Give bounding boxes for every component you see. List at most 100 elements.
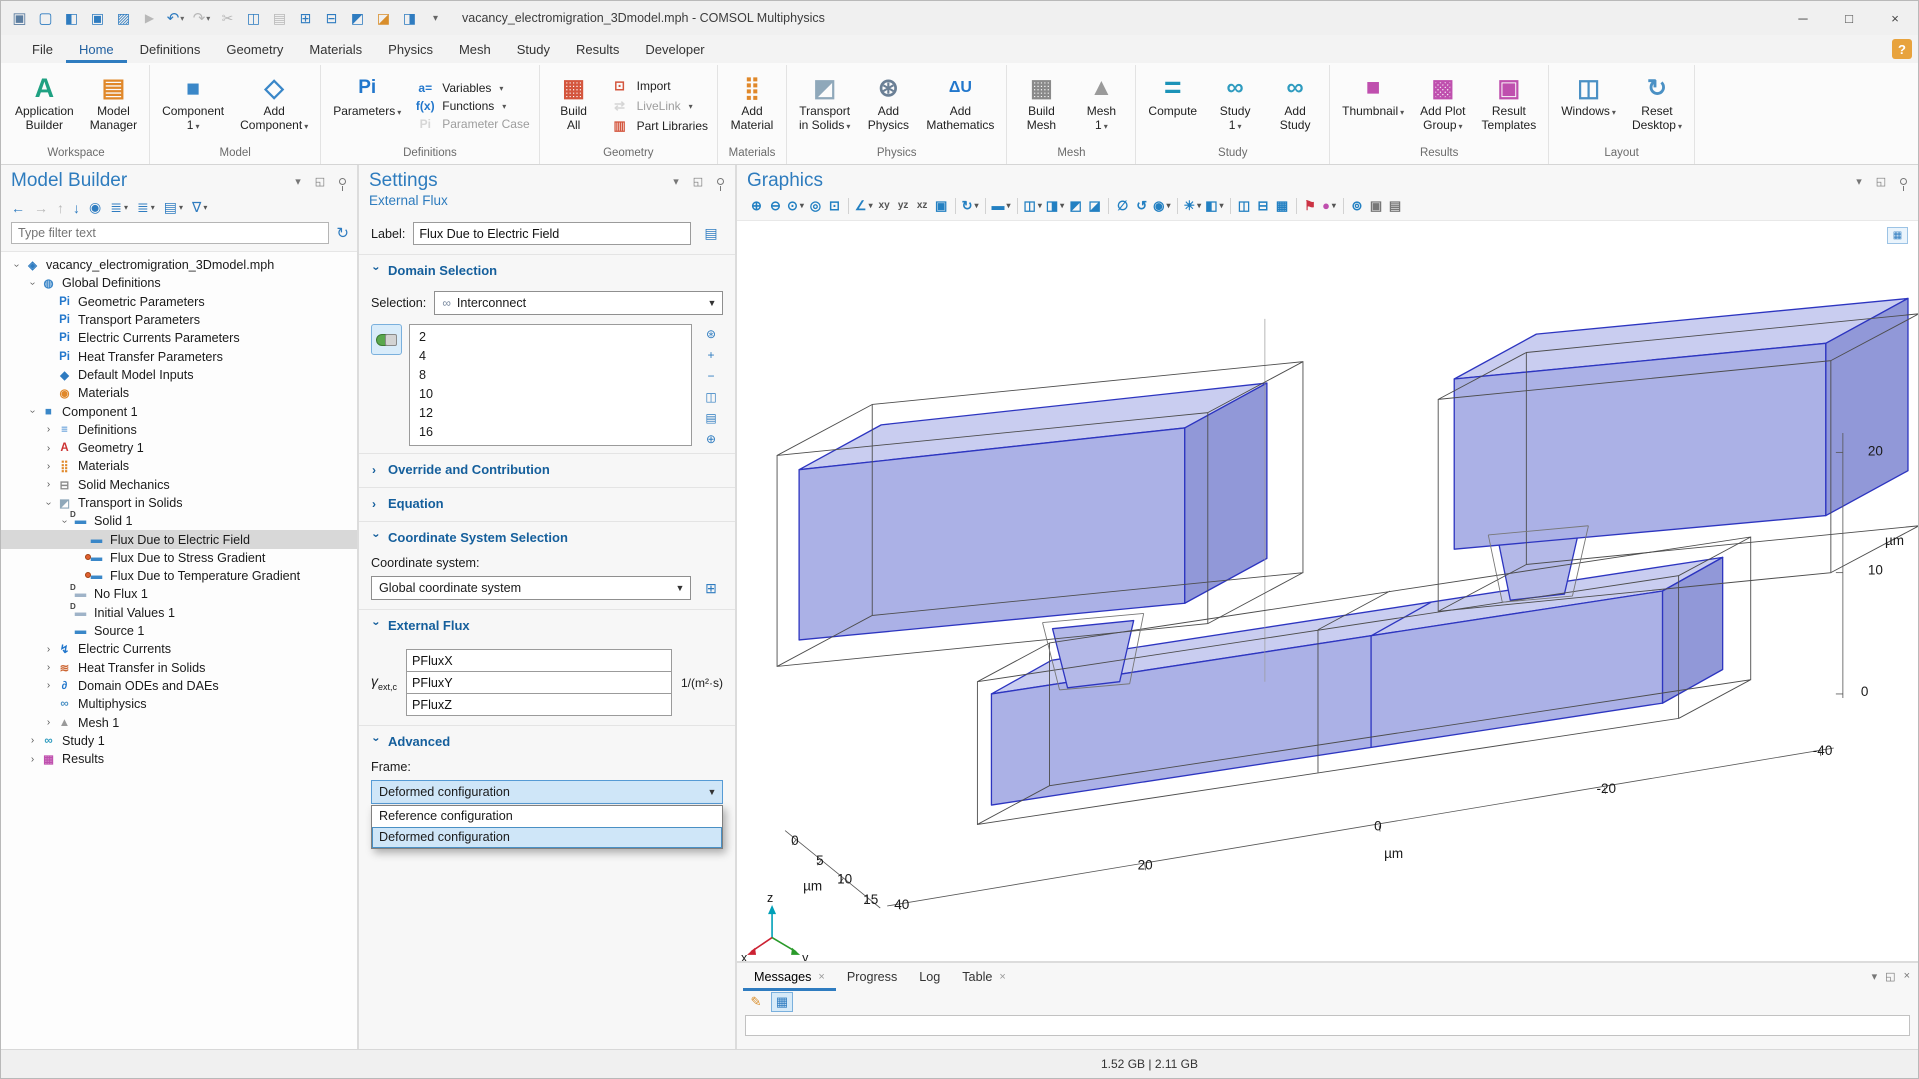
section-domain-selection[interactable]: › Domain Selection (359, 254, 735, 285)
add-component-button[interactable]: ◇Add Component▾ (233, 67, 315, 145)
select-box-icon[interactable]: ◩ (345, 5, 370, 31)
color-palette-icon[interactable]: ●▾ (1320, 195, 1339, 216)
deselect-entities-icon[interactable]: ◪ (1085, 195, 1104, 216)
domain-list-item[interactable]: 10 (410, 385, 691, 404)
tree-item[interactable]: ∞Multiphysics (1, 695, 357, 713)
label-input[interactable] (413, 222, 691, 245)
close-button[interactable]: × (1872, 1, 1918, 35)
tree-item[interactable]: ▬Source 1 (1, 622, 357, 640)
expander-closed-icon[interactable]: › (41, 644, 56, 655)
domain-list-item[interactable]: 16 (410, 423, 691, 442)
zoom-extents-icon[interactable]: ⊡ (825, 195, 844, 216)
clear-selection-icon[interactable]: ◪ (371, 5, 396, 31)
tab-table[interactable]: Table× (951, 963, 1017, 991)
compute-button[interactable]: =Compute (1141, 67, 1204, 145)
part-libraries-button[interactable]: ▥Part Libraries (609, 118, 708, 134)
view-yz-icon[interactable]: yz (894, 195, 913, 216)
frame-option[interactable]: Reference configuration (372, 806, 722, 827)
snapshot-icon[interactable]: ▣ (1367, 195, 1386, 216)
menu-item-study[interactable]: Study (504, 35, 563, 63)
section-advanced[interactable]: › Advanced (359, 725, 735, 756)
variables-button[interactable]: a=Variables▾ (414, 81, 529, 95)
domain-list[interactable]: 248101216 (409, 324, 692, 446)
tree-item[interactable]: ›⊟Solid Mechanics (1, 476, 357, 494)
study-1-button[interactable]: ∞Study 1▾ (1206, 67, 1264, 145)
expand-all-icon[interactable]: ≣▾ (137, 199, 155, 216)
tree-item[interactable]: PiGeometric Parameters (1, 293, 357, 311)
view-xy-icon[interactable]: xy (875, 195, 894, 216)
reset-desktop-button[interactable]: ↻Reset Desktop▾ (1625, 67, 1689, 145)
expander-closed-icon[interactable]: › (41, 680, 56, 691)
hide-entities-icon[interactable]: ∅ (1113, 195, 1132, 216)
panel-menu-icon[interactable]: ▾ (1872, 970, 1878, 983)
tab-progress[interactable]: Progress (836, 963, 908, 991)
expander-open-icon[interactable]: › (9, 260, 24, 271)
add-selection-icon[interactable]: + (701, 346, 721, 363)
environment-icon[interactable]: ◧▾ (1203, 195, 1225, 216)
copy-selection-icon[interactable]: ◫ (701, 388, 721, 405)
tree-item[interactable]: ▬Flux Due to Electric Field (1, 530, 357, 548)
graphics-3d-view[interactable]: 20µm100-40-200µm200510µm1540 xyz ▦ (737, 220, 1918, 961)
scene-refresh-icon[interactable]: ⊚ (1348, 195, 1367, 216)
clear-messages-icon[interactable]: ✎ (745, 992, 767, 1012)
zoom-to-selection-icon[interactable]: ⊕ (701, 430, 721, 447)
section-external-flux[interactable]: › External Flux (359, 609, 735, 640)
result-templates-button[interactable]: ▣Result Templates (1475, 67, 1544, 145)
menu-item-geometry[interactable]: Geometry (213, 35, 296, 63)
livelink-button[interactable]: ⇄LiveLink▾ (609, 98, 708, 114)
menu-item-materials[interactable]: Materials (296, 35, 375, 63)
plot-appearance-icon[interactable]: ▬▾ (990, 195, 1013, 216)
flux-expression-input[interactable] (406, 671, 672, 694)
selection-rendering-icon[interactable]: ◨▾ (1044, 195, 1066, 216)
domain-list-item[interactable]: 8 (410, 366, 691, 385)
run-icon[interactable]: ▶ (137, 5, 162, 31)
component-1-button[interactable]: ■Component 1▾ (155, 67, 231, 145)
domain-list-item[interactable]: 2 (410, 328, 691, 347)
refresh-icon[interactable]: ↻ (336, 224, 349, 242)
tree-item[interactable]: ›▲Mesh 1 (1, 713, 357, 731)
rotate-view-icon[interactable]: ↻▾ (960, 195, 981, 216)
paste-selection-icon[interactable]: ▤ (701, 409, 721, 426)
collapse-all-icon[interactable]: ≣▾ (110, 199, 128, 216)
rename-button[interactable]: ▤ (699, 222, 723, 245)
functions-button[interactable]: f(x)Functions▾ (414, 99, 529, 113)
expander-closed-icon[interactable]: › (41, 662, 56, 673)
maximize-button[interactable]: □ (1826, 1, 1872, 35)
tree-item[interactable]: ›◍Global Definitions (1, 274, 357, 292)
tree-item[interactable]: ›▦Results (1, 750, 357, 768)
zoom-in-icon[interactable]: ⊕ (747, 195, 766, 216)
filter-funnel-icon[interactable]: ∇▾ (192, 199, 207, 216)
tree-item[interactable]: ›◩Transport in Solids (1, 494, 357, 512)
pin-icon[interactable] (335, 174, 349, 188)
application-builder-button[interactable]: AApplication Builder (8, 67, 81, 145)
forward-icon[interactable]: → (34, 200, 48, 216)
mesh-1-button[interactable]: ▲Mesh 1▾ (1072, 67, 1130, 145)
create-selection-icon[interactable]: ⊛ (701, 325, 721, 342)
section-equation[interactable]: › Equation (359, 487, 735, 518)
expander-closed-icon[interactable]: › (25, 735, 40, 746)
duplicate-icon[interactable]: ⊞ (293, 5, 318, 31)
tree-item[interactable]: ▬Flux Due to Stress Gradient (1, 549, 357, 567)
reset-hiding-icon[interactable]: ↺ (1132, 195, 1151, 216)
expander-closed-icon[interactable]: › (41, 424, 56, 435)
material-rendering-icon[interactable]: ◫▾ (1022, 195, 1044, 216)
tab-log[interactable]: Log (908, 963, 951, 991)
tree-item[interactable]: ›∂Domain ODEs and DAEs (1, 677, 357, 695)
expander-open-icon[interactable]: › (41, 498, 56, 509)
section-override[interactable]: › Override and Contribution (359, 453, 735, 484)
menu-item-definitions[interactable]: Definitions (127, 35, 214, 63)
snap-grid-icon[interactable]: ▦ (1273, 195, 1292, 216)
add-plot-group-button[interactable]: ▩Add Plot Group▾ (1413, 67, 1472, 145)
tree-item[interactable]: ›AGeometry 1 (1, 439, 357, 457)
camera-projection-icon[interactable]: ▣ (932, 195, 951, 216)
copy-icon[interactable]: ◫ (241, 5, 266, 31)
selection-colors-icon[interactable]: ⚑ (1301, 195, 1320, 216)
split-vertical-icon[interactable]: ⊟ (1254, 195, 1273, 216)
table-message-icon[interactable]: ▦ (771, 992, 793, 1012)
zoom-out-icon[interactable]: ⊖ (766, 195, 785, 216)
parameters-button[interactable]: PiParameters▾ (326, 67, 408, 145)
panel-menu-icon[interactable]: ▾ (1852, 174, 1866, 188)
menu-item-file[interactable]: File (19, 35, 66, 63)
tab-messages[interactable]: Messages× (743, 963, 836, 991)
redo-icon[interactable]: ↷▾ (189, 5, 214, 31)
